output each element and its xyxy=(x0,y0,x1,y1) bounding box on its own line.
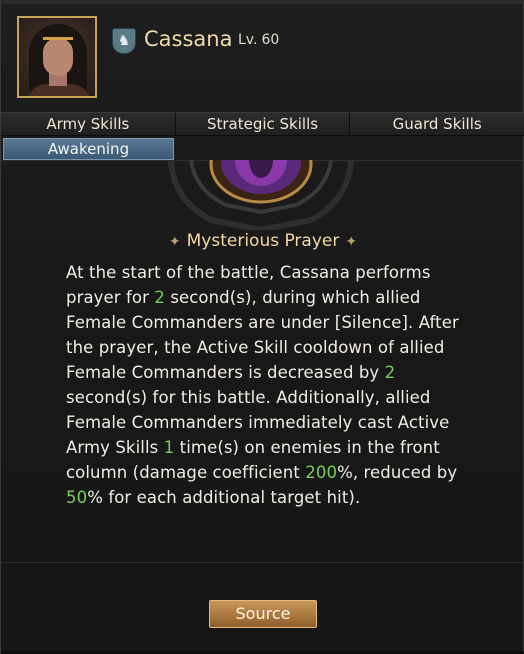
desc-text: % for each additional target hit). xyxy=(87,488,361,507)
skill-name: Mysterious Prayer xyxy=(186,231,340,251)
portrait-circlet xyxy=(43,37,73,40)
desc-value: 200 xyxy=(305,463,338,482)
desc-value: 1 xyxy=(163,438,175,457)
sparkle-icon: ✦ xyxy=(168,234,181,250)
desc-text: %, reduced by xyxy=(337,463,458,482)
desc-value: 2 xyxy=(154,288,165,307)
commander-portrait xyxy=(17,16,97,98)
horse-head-icon: ♞ xyxy=(112,28,136,54)
commander-name: Cassana xyxy=(144,27,233,51)
portrait-face xyxy=(43,38,73,76)
portrait-body xyxy=(27,84,91,96)
desc-value: 2 xyxy=(384,363,396,382)
skill-emblem-icon xyxy=(168,160,354,230)
skill-tabs: Army Skills Strategic Skills Guard Skill… xyxy=(1,112,524,136)
divider xyxy=(1,562,524,563)
source-button[interactable]: Source xyxy=(209,600,317,628)
commander-skill-panel: ♞ Cassana Lv. 60 Army Skills Strategic Sk… xyxy=(0,0,524,654)
tab-strategic-skills[interactable]: Strategic Skills xyxy=(175,112,351,136)
tab-awakening[interactable]: Awakening xyxy=(3,138,174,160)
tab-guard-skills[interactable]: Guard Skills xyxy=(350,112,524,136)
skill-description: At the start of the battle, Cassana perf… xyxy=(66,260,476,510)
sparkle-icon: ✦ xyxy=(345,234,358,250)
level-value: 60 xyxy=(261,32,280,48)
level-label: Lv. xyxy=(238,32,258,48)
skill-title: ✦ Mysterious Prayer ✦ xyxy=(1,231,524,251)
desc-value: 50 xyxy=(66,488,88,507)
commander-level: Lv. 60 xyxy=(238,32,279,48)
top-border xyxy=(1,0,524,4)
tab-army-skills[interactable]: Army Skills xyxy=(1,112,176,136)
